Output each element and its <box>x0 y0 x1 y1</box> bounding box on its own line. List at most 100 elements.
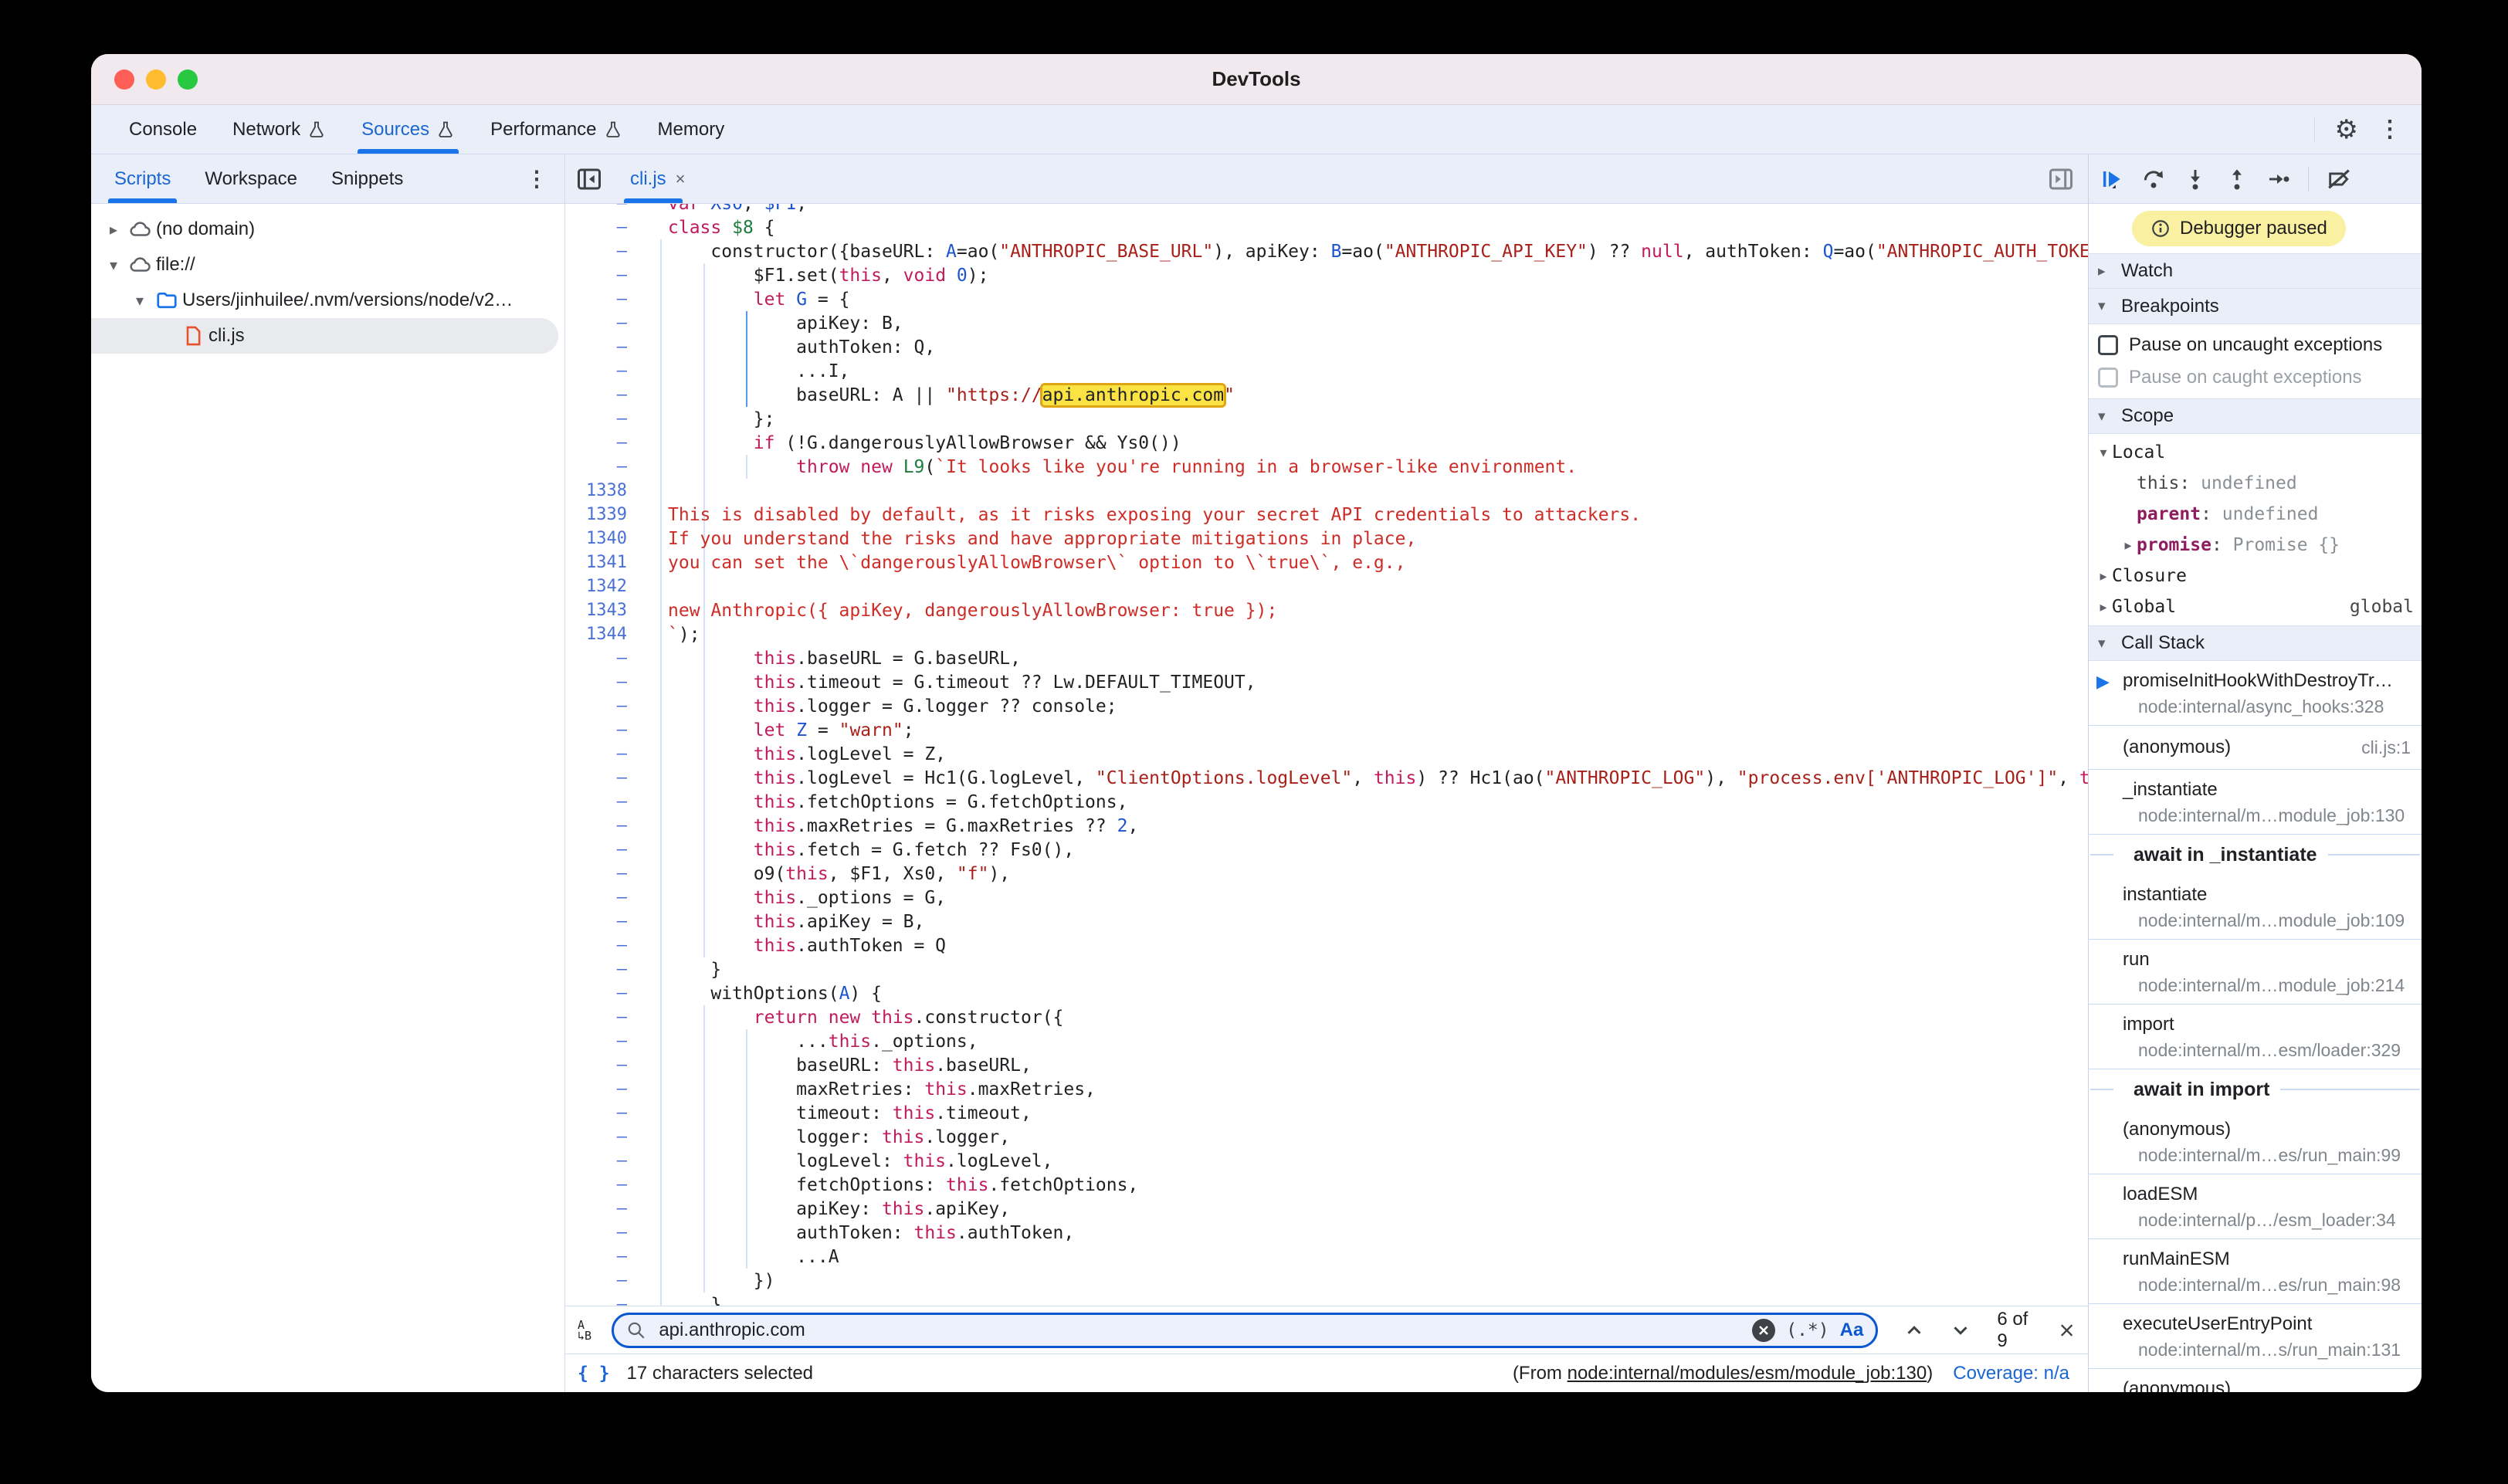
gutter-line-number[interactable]: – <box>565 816 632 835</box>
checkbox[interactable] <box>2098 335 2118 355</box>
tab-performance[interactable]: Performance <box>473 105 639 154</box>
gutter-line-number[interactable]: – <box>565 864 632 883</box>
call-stack-item[interactable]: loadESMnode:internal/p…/esm_loader:34 <box>2089 1174 2422 1239</box>
gutter-line-number[interactable]: 1344 <box>565 625 632 644</box>
gutter-line-number[interactable]: – <box>565 433 632 452</box>
call-stack-item[interactable]: (anonymous)node:internal/m…es/run_main:9… <box>2089 1110 2422 1174</box>
gutter-line-number[interactable]: – <box>565 1271 632 1290</box>
scope-section-header[interactable]: ▾ Scope <box>2089 398 2422 434</box>
deactivate-breakpoints-icon[interactable] <box>2326 166 2352 192</box>
call-stack-item[interactable]: (anonymous)node:internal/m…main_module:2 <box>2089 1369 2422 1392</box>
gutter-line-number[interactable]: – <box>565 673 632 692</box>
settings-gear-icon[interactable]: ⚙ <box>2335 117 2358 143</box>
scope-group-closure[interactable]: ▸Closure <box>2089 561 2422 591</box>
gutter-line-number[interactable]: – <box>565 744 632 764</box>
gutter-line-number[interactable]: – <box>565 242 632 261</box>
close-find-bar-icon[interactable] <box>2058 1319 2076 1342</box>
gutter-line-number[interactable]: – <box>565 1032 632 1051</box>
coverage-link[interactable]: Coverage: n/a <box>1953 1363 2069 1384</box>
step-out-icon[interactable] <box>2225 167 2249 191</box>
tree-item[interactable]: cli.js <box>91 318 558 354</box>
gutter-line-number[interactable]: – <box>565 1247 632 1266</box>
source-origin-link[interactable]: node:internal/modules/esm/module_job:130 <box>1568 1363 1927 1384</box>
gutter-line-number[interactable]: – <box>565 266 632 285</box>
tab-network[interactable]: Network <box>215 105 344 154</box>
maximize-window-button[interactable] <box>178 69 198 90</box>
scope-variable-row[interactable]: parent: undefined <box>2089 499 2422 530</box>
gutter-line-number[interactable]: 1338 <box>565 481 632 500</box>
editor-tab-clijs[interactable]: cli.js × <box>613 154 703 203</box>
collapse-debugger-sidebar-icon[interactable] <box>2034 154 2088 203</box>
gutter-line-number[interactable]: – <box>565 1103 632 1123</box>
gutter-line-number[interactable]: – <box>565 313 632 333</box>
gutter-line-number[interactable]: 1340 <box>565 529 632 548</box>
gutter-line-number[interactable]: 1342 <box>565 577 632 596</box>
gutter-line-number[interactable]: – <box>565 696 632 716</box>
checkbox[interactable] <box>2098 368 2118 388</box>
search-input[interactable] <box>657 1319 1741 1342</box>
pretty-print-icon[interactable]: { } <box>578 1364 610 1384</box>
sidebar-tab-workspace[interactable]: Workspace <box>188 154 314 203</box>
tree-item[interactable]: ▸(no domain) <box>91 212 564 247</box>
minimize-window-button[interactable] <box>146 69 166 90</box>
gutter-line-number[interactable]: – <box>565 1199 632 1218</box>
tab-sources[interactable]: Sources <box>344 105 473 154</box>
tree-item[interactable]: ▾file:// <box>91 247 564 283</box>
gutter-line-number[interactable]: 1339 <box>565 505 632 524</box>
gutter-line-number[interactable]: – <box>565 936 632 955</box>
scope-group-global[interactable]: ▸Globalglobal <box>2089 591 2422 622</box>
close-window-button[interactable] <box>114 69 134 90</box>
gutter-line-number[interactable]: – <box>565 1175 632 1194</box>
previous-match-icon[interactable] <box>1903 1319 1926 1342</box>
checkbox-row[interactable]: Pause on uncaught exceptions <box>2089 329 2422 361</box>
scope-variable-row[interactable]: ▸promise: Promise {} <box>2089 530 2422 561</box>
gutter-line-number[interactable]: – <box>565 1079 632 1099</box>
call-stack-item[interactable]: (anonymous)cli.js:1 <box>2089 726 2422 770</box>
tree-item[interactable]: ▾Users/jinhuilee/.nvm/versions/node/v2… <box>91 283 564 318</box>
tab-memory[interactable]: Memory <box>640 105 743 154</box>
navigator-kebab-icon[interactable]: ⋮ <box>526 154 564 203</box>
call-stack-item[interactable]: runMainESMnode:internal/m…es/run_main:98 <box>2089 1239 2422 1304</box>
gutter-line-number[interactable]: – <box>565 1008 632 1027</box>
gutter-line-number[interactable]: – <box>565 409 632 429</box>
gutter-line-number[interactable]: – <box>565 720 632 740</box>
checkbox-row[interactable]: Pause on caught exceptions <box>2089 361 2422 394</box>
gutter-line-number[interactable]: – <box>565 385 632 405</box>
sidebar-tab-scripts[interactable]: Scripts <box>97 154 188 203</box>
gutter-line-number[interactable]: – <box>565 1151 632 1171</box>
regex-toggle[interactable]: (.*) <box>1786 1320 1828 1340</box>
watch-section-header[interactable]: ▸ Watch <box>2089 253 2422 289</box>
source-code-area[interactable]: –var Xs0, $F1;–class $8 {– constructor({… <box>565 204 2088 1306</box>
gutter-line-number[interactable]: – <box>565 218 632 237</box>
gutter-line-number[interactable]: – <box>565 1295 632 1306</box>
next-match-icon[interactable] <box>1949 1319 1972 1342</box>
call-stack-item[interactable]: executeUserEntryPointnode:internal/m…s/r… <box>2089 1304 2422 1369</box>
gutter-line-number[interactable]: – <box>565 912 632 931</box>
clear-search-icon[interactable] <box>1752 1319 1775 1342</box>
call-stack-item[interactable]: ▶promiseInitHookWithDestroyTr…node:inter… <box>2089 661 2422 726</box>
gutter-line-number[interactable]: – <box>565 457 632 476</box>
gutter-line-number[interactable]: – <box>565 840 632 859</box>
call-stack-item[interactable]: importnode:internal/m…esm/loader:329 <box>2089 1005 2422 1069</box>
find-replace-toggle-icon[interactable]: A↳B <box>578 1320 598 1341</box>
gutter-line-number[interactable]: – <box>565 1127 632 1147</box>
resume-script-icon[interactable] <box>2100 167 2124 191</box>
gutter-line-number[interactable]: – <box>565 337 632 357</box>
more-options-kebab-icon[interactable]: ⋮ <box>2378 118 2401 141</box>
step-over-icon[interactable] <box>2141 167 2166 191</box>
toggle-navigator-icon[interactable] <box>565 154 613 203</box>
gutter-line-number[interactable]: – <box>565 984 632 1003</box>
call-stack-item[interactable]: _instantiatenode:internal/m…module_job:1… <box>2089 770 2422 835</box>
scope-group-local[interactable]: ▾Local <box>2089 437 2422 468</box>
call-stack-item[interactable]: runnode:internal/m…module_job:214 <box>2089 940 2422 1005</box>
gutter-line-number[interactable]: – <box>565 960 632 979</box>
gutter-line-number[interactable]: – <box>565 361 632 381</box>
sidebar-tab-snippets[interactable]: Snippets <box>314 154 420 203</box>
gutter-line-number[interactable]: – <box>565 792 632 811</box>
gutter-line-number[interactable]: – <box>565 204 632 213</box>
gutter-line-number[interactable]: – <box>565 888 632 907</box>
gutter-line-number[interactable]: 1343 <box>565 601 632 620</box>
call-stack-section-header[interactable]: ▾ Call Stack <box>2089 625 2422 661</box>
call-stack-item[interactable]: instantiatenode:internal/m…module_job:10… <box>2089 875 2422 940</box>
gutter-line-number[interactable]: – <box>565 1223 632 1242</box>
